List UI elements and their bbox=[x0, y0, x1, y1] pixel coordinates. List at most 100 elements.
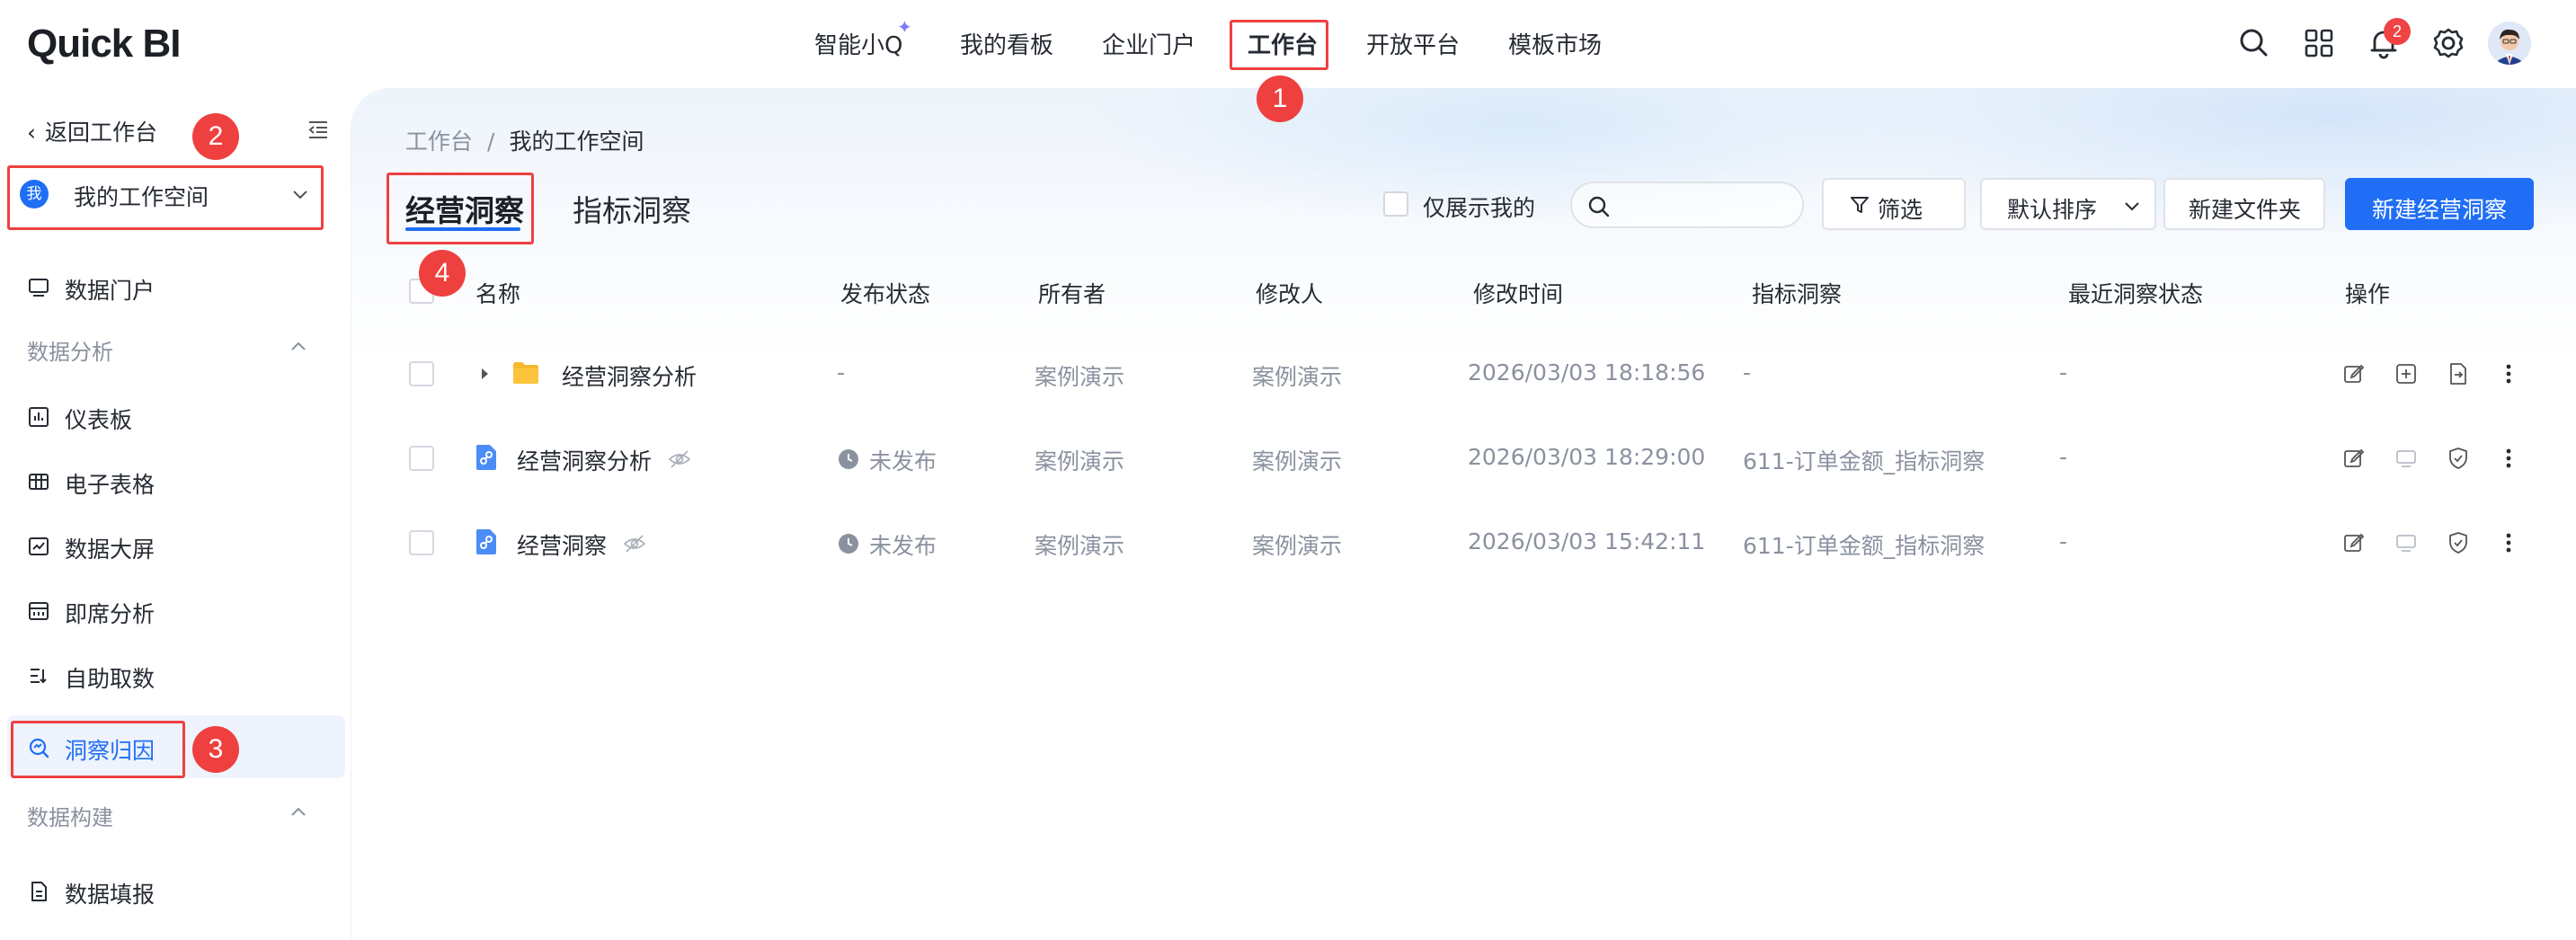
table-row[interactable]: 经营洞察 未发布 案例演示 案例演示 2026/03/03 15:42:11 6… bbox=[351, 501, 2576, 586]
sidebar-item-data-portal[interactable]: 数据门户 bbox=[0, 255, 338, 318]
sidebar-item-spreadsheet[interactable]: 电子表格 bbox=[0, 449, 338, 512]
highlight-box-workspace bbox=[7, 165, 324, 230]
sidebar-item-data-fill[interactable]: 数据填报 bbox=[0, 859, 338, 922]
sidebar-item-dashboard[interactable]: 仪表板 bbox=[0, 385, 338, 448]
row-modified-time: 2026/03/03 18:29:00 bbox=[1468, 444, 1706, 470]
highlight-box-workbench bbox=[1230, 20, 1328, 70]
row-publish-status: - bbox=[837, 359, 846, 386]
preview-monitor-icon[interactable] bbox=[2394, 446, 2419, 471]
preview-monitor-icon[interactable] bbox=[2394, 530, 2419, 555]
shield-icon[interactable] bbox=[2446, 530, 2471, 555]
sidebar-item-adhoc-analysis[interactable]: 即席分析 bbox=[0, 579, 338, 642]
row-owner: 案例演示 bbox=[1035, 364, 1125, 390]
row-metric-insight: 611-订单金额_指标洞察 bbox=[1743, 448, 1985, 474]
row-modifier: 案例演示 bbox=[1252, 533, 1343, 559]
table-row[interactable]: 经营洞察分析 未发布 案例演示 案例演示 2026/03/03 18:29:00… bbox=[351, 417, 2576, 501]
sidebar-group-data-analysis[interactable]: 数据分析 bbox=[27, 334, 113, 366]
column-header-last-status[interactable]: 最近洞察状态 bbox=[2068, 277, 2203, 309]
quick-bi-logo[interactable]: Quick BI bbox=[27, 22, 181, 67]
row-checkbox[interactable] bbox=[409, 530, 434, 555]
more-vertical-icon[interactable] bbox=[2496, 361, 2521, 386]
sidebar-item-label: 电子表格 bbox=[65, 472, 155, 498]
search-input[interactable] bbox=[1570, 182, 1804, 228]
sidebar-group-data-build[interactable]: 数据构建 bbox=[27, 800, 113, 831]
folder-icon bbox=[513, 362, 538, 384]
sidebar-item-label: 仪表板 bbox=[65, 407, 133, 433]
self-service-fetch-icon bbox=[31, 669, 47, 684]
chevron-up-icon[interactable] bbox=[288, 336, 309, 358]
avatar-image bbox=[2488, 22, 2531, 65]
sidebar-item-label: 数据填报 bbox=[65, 882, 155, 908]
filter-button[interactable]: 筛选 bbox=[1822, 178, 1966, 230]
user-avatar[interactable] bbox=[2488, 22, 2531, 65]
caret-right-icon[interactable] bbox=[475, 365, 493, 383]
row-publish-status: 未发布 bbox=[869, 448, 937, 474]
annotation-marker-3: 3 bbox=[192, 726, 239, 773]
column-header-modifier[interactable]: 修改人 bbox=[1256, 277, 1323, 309]
more-vertical-icon[interactable] bbox=[2496, 446, 2521, 471]
breadcrumb-workbench[interactable]: 工作台 bbox=[405, 129, 473, 155]
nav-enterprise-portal[interactable]: 企业门户 bbox=[1102, 27, 1195, 60]
column-header-name[interactable]: 名称 bbox=[475, 277, 520, 309]
column-header-modified-time[interactable]: 修改时间 bbox=[1473, 277, 1563, 309]
new-folder-label: 新建文件夹 bbox=[2189, 197, 2302, 223]
shield-icon[interactable] bbox=[2446, 446, 2471, 471]
apps-grid-icon[interactable] bbox=[2301, 25, 2337, 61]
new-business-insight-button[interactable]: 新建经营洞察 bbox=[2345, 178, 2534, 230]
only-mine-label[interactable]: 仅展示我的 bbox=[1423, 191, 1535, 223]
nav-smart-q[interactable]: 智能小Q bbox=[814, 27, 902, 60]
row-publish-status: 未发布 bbox=[869, 533, 937, 559]
row-checkbox[interactable] bbox=[409, 361, 434, 386]
tab-metric-insight[interactable]: 指标洞察 bbox=[573, 187, 691, 230]
nav-template-market[interactable]: 模板市场 bbox=[1508, 27, 1602, 60]
dashboard-icon bbox=[29, 407, 49, 427]
chevron-down-icon bbox=[2125, 202, 2139, 211]
column-header-publish-status[interactable]: 发布状态 bbox=[840, 277, 930, 309]
highlight-box-business-insight-tab bbox=[386, 173, 534, 244]
edit-icon[interactable] bbox=[2341, 361, 2367, 386]
collapse-sidebar-icon[interactable] bbox=[306, 117, 331, 142]
breadcrumb-my-workspace: 我的工作空间 bbox=[509, 129, 644, 155]
nav-open-platform[interactable]: 开放平台 bbox=[1366, 27, 1460, 60]
more-vertical-icon[interactable] bbox=[2496, 530, 2521, 555]
edit-icon[interactable] bbox=[2341, 446, 2367, 471]
row-name[interactable]: 经营洞察分析 bbox=[517, 444, 652, 476]
breadcrumb: 工作台 / 我的工作空间 bbox=[405, 124, 644, 156]
sidebar-item-self-service-fetch[interactable]: 自助取数 bbox=[0, 643, 338, 706]
gear-icon[interactable] bbox=[2430, 25, 2466, 61]
chevron-left-icon: ‹ bbox=[27, 120, 36, 146]
annotation-marker-1: 1 bbox=[1257, 75, 1303, 122]
move-file-icon[interactable] bbox=[2446, 361, 2471, 386]
filter-label: 筛选 bbox=[1878, 197, 1923, 223]
add-icon[interactable] bbox=[2394, 361, 2419, 386]
notification-badge: 2 bbox=[2384, 18, 2411, 45]
adhoc-analysis-icon bbox=[29, 602, 49, 620]
row-last-status: - bbox=[2059, 359, 2068, 386]
sparkle-icon: ✦ bbox=[897, 16, 912, 38]
line-chart-icon bbox=[29, 537, 49, 555]
column-header-owner[interactable]: 所有者 bbox=[1038, 277, 1106, 309]
monitor-icon bbox=[29, 279, 49, 297]
new-folder-button[interactable]: 新建文件夹 bbox=[2163, 178, 2325, 230]
row-checkbox[interactable] bbox=[409, 446, 434, 471]
column-header-actions: 操作 bbox=[2345, 281, 2391, 307]
edit-icon[interactable] bbox=[2341, 530, 2367, 555]
row-name[interactable]: 经营洞察 bbox=[517, 528, 607, 561]
row-last-status: - bbox=[2059, 444, 2068, 470]
sidebar-item-data-screen[interactable]: 数据大屏 bbox=[0, 514, 338, 577]
only-mine-checkbox[interactable] bbox=[1383, 191, 1408, 217]
column-header-metric-insight[interactable]: 指标洞察 bbox=[1752, 277, 1842, 309]
row-name[interactable]: 经营洞察分析 bbox=[562, 359, 697, 392]
spreadsheet-icon bbox=[29, 474, 49, 490]
row-modifier: 案例演示 bbox=[1252, 448, 1343, 474]
chevron-up-icon[interactable] bbox=[288, 802, 309, 823]
sort-dropdown[interactable]: 默认排序 bbox=[1980, 178, 2156, 230]
row-owner: 案例演示 bbox=[1035, 533, 1125, 559]
new-insight-label: 新建经营洞察 bbox=[2372, 197, 2508, 223]
back-to-workbench[interactable]: ‹ 返回工作台 bbox=[27, 115, 157, 147]
search-icon[interactable] bbox=[2236, 25, 2272, 61]
nav-my-dashboard[interactable]: 我的看板 bbox=[960, 27, 1053, 60]
row-metric-insight: 611-订单金额_指标洞察 bbox=[1743, 533, 1985, 559]
hidden-eye-icon bbox=[668, 450, 691, 468]
table-row[interactable]: 经营洞察分析 - 案例演示 案例演示 2026/03/03 18:18:56 -… bbox=[351, 333, 2576, 417]
